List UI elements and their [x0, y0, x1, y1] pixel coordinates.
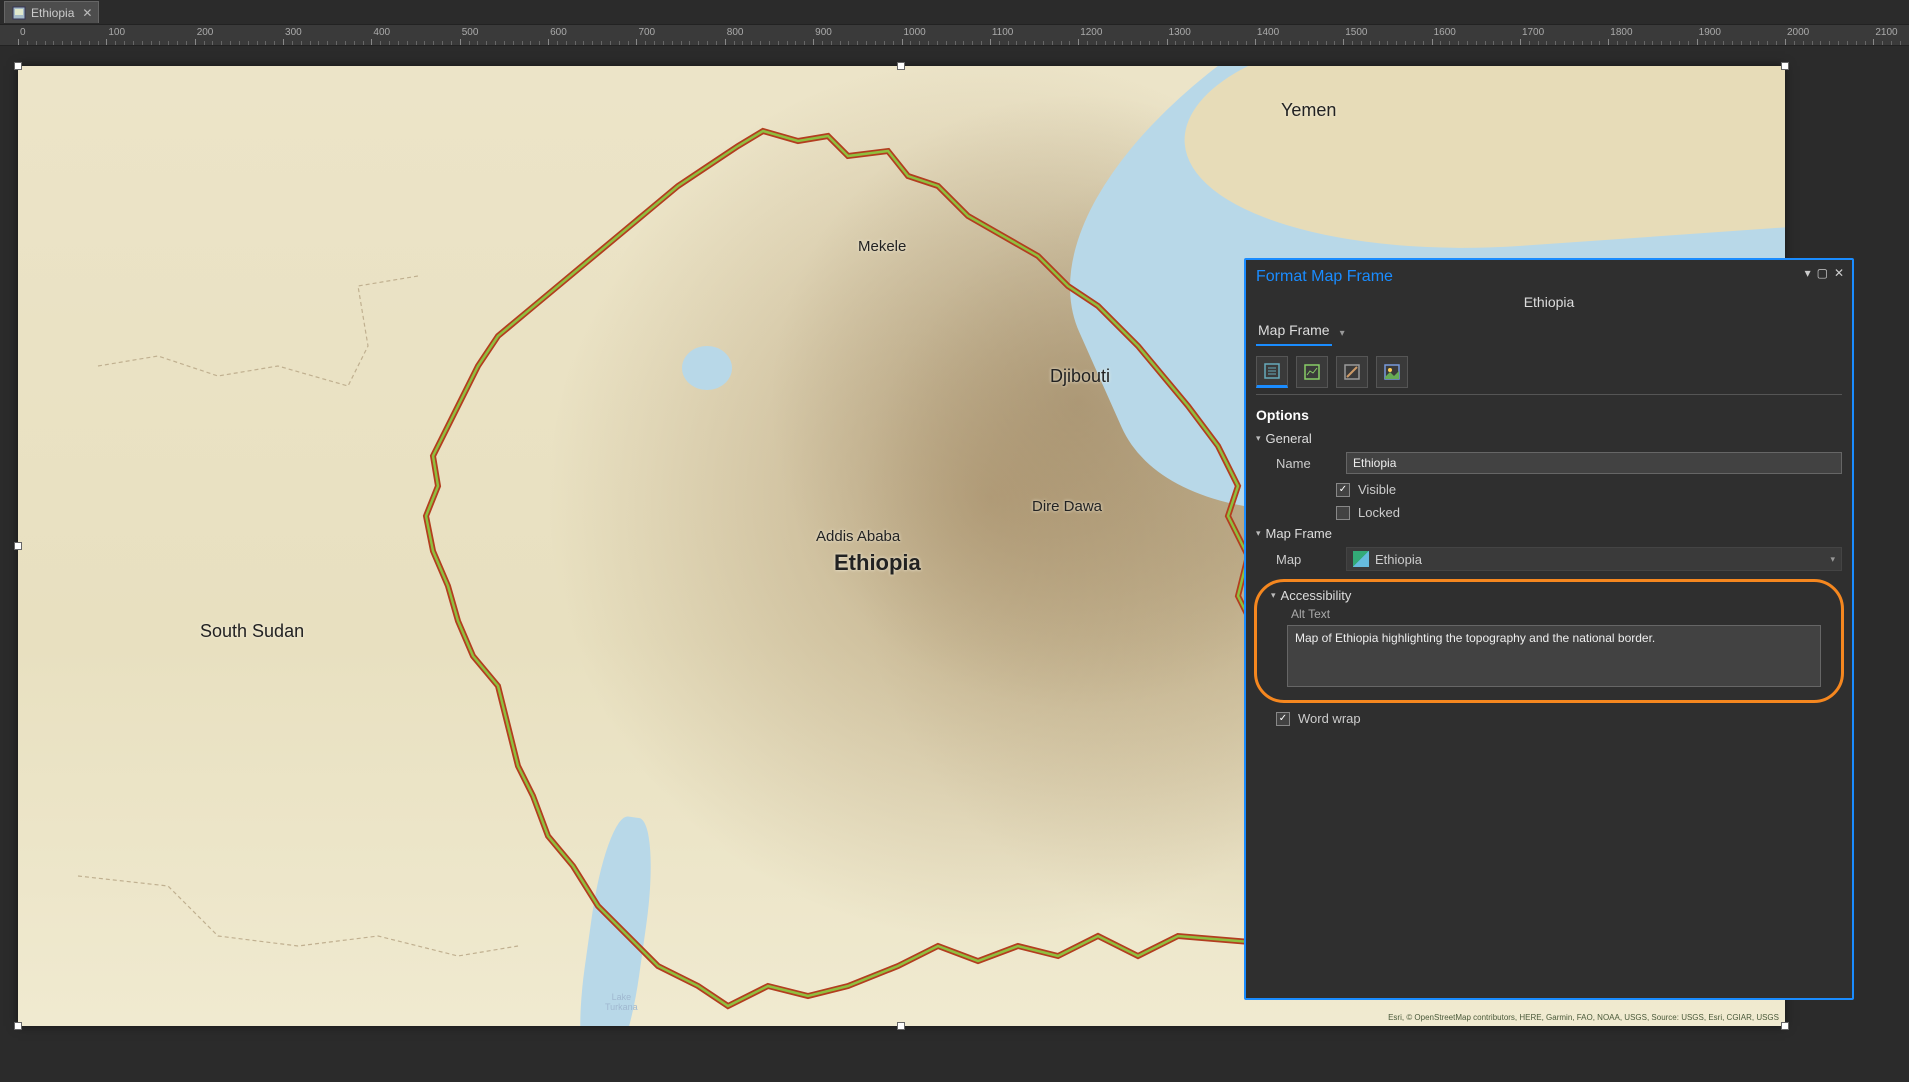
- layout-tab[interactable]: Ethiopia ✕: [4, 1, 99, 23]
- handle-nw[interactable]: [14, 62, 22, 70]
- panel-subtitle: Ethiopia: [1246, 292, 1852, 320]
- label-yemen: Yemen: [1281, 100, 1336, 121]
- handle-se[interactable]: [1781, 1022, 1789, 1030]
- label-mekele: Mekele: [858, 238, 906, 255]
- locked-row: Locked: [1246, 501, 1852, 524]
- tab-placement-icon[interactable]: [1336, 356, 1368, 388]
- tab-display-icon[interactable]: [1296, 356, 1328, 388]
- label-djibouti: Djibouti: [1050, 366, 1110, 387]
- panel-title: Format Map Frame: [1246, 260, 1852, 292]
- visible-row: ✓ Visible: [1246, 478, 1852, 501]
- nav-map-frame[interactable]: Map Frame: [1256, 320, 1332, 346]
- label-dire-dawa: Dire Dawa: [1032, 498, 1102, 515]
- accessibility-group[interactable]: ▾ Accessibility: [1257, 586, 1841, 605]
- name-label: Name: [1276, 456, 1336, 471]
- panel-window-controls: ▾ ▢ ✕: [1805, 266, 1844, 280]
- visible-label: Visible: [1358, 482, 1396, 497]
- chevron-down-icon[interactable]: ▾: [1340, 328, 1345, 339]
- map-select[interactable]: Ethiopia ▾: [1346, 547, 1842, 571]
- mapframe-group[interactable]: ▾ Map Frame: [1246, 524, 1852, 543]
- wordwrap-row: ✓ Word wrap: [1246, 707, 1852, 730]
- format-map-frame-panel: ▾ ▢ ✕ Format Map Frame Ethiopia Map Fram…: [1244, 258, 1854, 1000]
- general-group[interactable]: ▾ General: [1246, 429, 1852, 448]
- general-label: General: [1266, 431, 1312, 446]
- map-attribution: Esri, © OpenStreetMap contributors, HERE…: [1388, 1013, 1779, 1022]
- handle-sw[interactable]: [14, 1022, 22, 1030]
- accessibility-highlight: ▾ Accessibility Alt Text: [1254, 579, 1844, 703]
- accessibility-label: Accessibility: [1281, 588, 1352, 603]
- tab-bar: Ethiopia ✕: [0, 0, 1909, 24]
- wordwrap-checkbox[interactable]: ✓: [1276, 712, 1290, 726]
- map-value: Ethiopia: [1375, 552, 1422, 567]
- locked-checkbox[interactable]: [1336, 506, 1350, 520]
- panel-menu-icon[interactable]: ▾: [1805, 266, 1811, 280]
- caret-down-icon: ▾: [1256, 528, 1261, 539]
- layout-canvas[interactable]: Yemen Djibouti Dire Dawa Addis Ababa Eth…: [0, 46, 1909, 1082]
- mapframe-label: Map Frame: [1266, 526, 1332, 541]
- wordwrap-label: Word wrap: [1298, 711, 1361, 726]
- chevron-down-icon: ▾: [1830, 554, 1835, 565]
- horizontal-ruler: 0100200300400500600700800900100011001200…: [0, 24, 1909, 46]
- panel-breadcrumb: Map Frame ▾: [1246, 320, 1852, 356]
- handle-ne[interactable]: [1781, 62, 1789, 70]
- map-icon: [1353, 551, 1369, 567]
- label-lake-turkana: Lake Turkana: [605, 992, 638, 1012]
- alttext-input[interactable]: [1287, 625, 1821, 687]
- name-row: Name: [1246, 448, 1852, 478]
- close-icon[interactable]: ✕: [82, 6, 92, 20]
- label-addis: Addis Ababa: [816, 528, 900, 545]
- name-input[interactable]: [1346, 452, 1842, 474]
- caret-down-icon: ▾: [1271, 590, 1276, 601]
- tab-options-icon[interactable]: [1256, 356, 1288, 388]
- caret-down-icon: ▾: [1256, 433, 1261, 444]
- map-row: Map Ethiopia ▾: [1246, 543, 1852, 575]
- tab-picture-icon[interactable]: [1376, 356, 1408, 388]
- panel-close-icon[interactable]: ✕: [1834, 266, 1844, 280]
- layout-icon: [11, 5, 27, 21]
- label-south-sudan: South Sudan: [200, 621, 304, 642]
- panel-maximize-icon[interactable]: ▢: [1817, 266, 1828, 280]
- handle-s[interactable]: [897, 1022, 905, 1030]
- visible-checkbox[interactable]: ✓: [1336, 483, 1350, 497]
- property-tab-icons: [1246, 356, 1852, 394]
- handle-w[interactable]: [14, 542, 22, 550]
- options-header: Options: [1246, 403, 1852, 429]
- label-ethiopia: Ethiopia: [834, 550, 921, 576]
- locked-label: Locked: [1358, 505, 1400, 520]
- handle-n[interactable]: [897, 62, 905, 70]
- map-label: Map: [1276, 552, 1336, 567]
- tab-label: Ethiopia: [31, 6, 74, 20]
- alttext-label: Alt Text: [1257, 605, 1841, 621]
